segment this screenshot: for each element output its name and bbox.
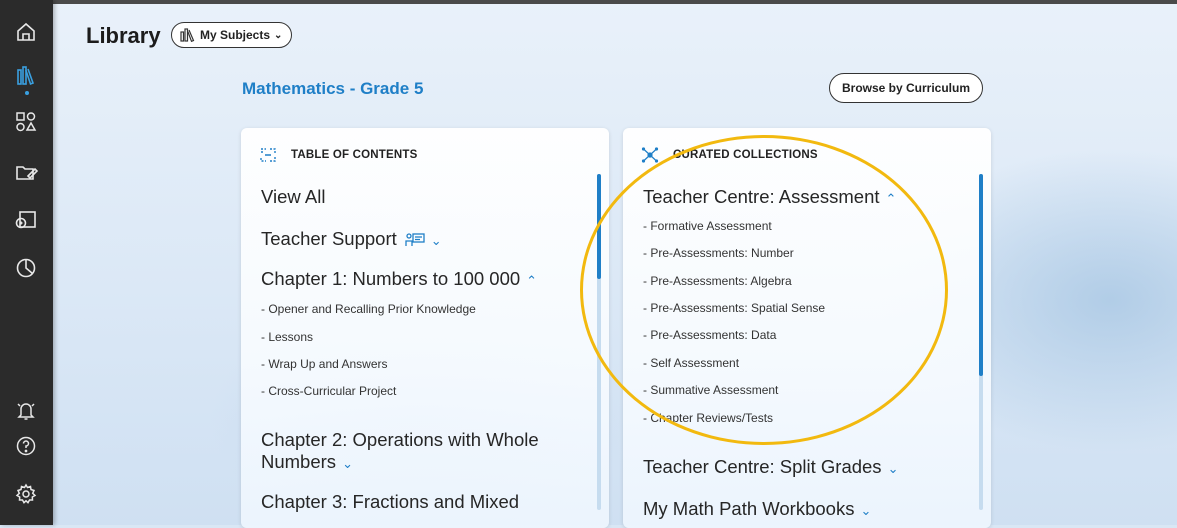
chevron-down-icon: ⌄ bbox=[860, 503, 872, 518]
chapter-2-label-line1: Chapter 2: Operations with Whole bbox=[261, 429, 539, 450]
assessment-subitem[interactable]: - Formative Assessment bbox=[643, 219, 772, 233]
settings-icon[interactable] bbox=[12, 480, 40, 508]
chapter-1-subitem[interactable]: - Wrap Up and Answers bbox=[261, 357, 388, 371]
chevron-down-icon: ⌄ bbox=[274, 29, 283, 41]
library-icon[interactable] bbox=[12, 62, 40, 90]
chapter-2-label-line2: Numbers bbox=[261, 451, 337, 472]
curated-collections-panel: CURATED COLLECTIONS Teacher Centre: Asse… bbox=[623, 128, 991, 528]
chevron-up-icon: ⌃ bbox=[885, 191, 897, 206]
curated-scrollbar[interactable] bbox=[979, 174, 983, 510]
table-of-contents-panel: TABLE OF CONTENTS View All Teacher Suppo… bbox=[241, 128, 609, 528]
chapter-1-subitem[interactable]: - Cross-Curricular Project bbox=[261, 384, 396, 398]
assessment-subitem[interactable]: - Pre-Assessments: Algebra bbox=[643, 274, 792, 288]
help-icon[interactable] bbox=[12, 432, 40, 460]
active-indicator bbox=[25, 91, 29, 95]
curated-scrollbar-thumb[interactable] bbox=[979, 174, 983, 376]
teacher-centre-split-grades-item[interactable]: Teacher Centre: Split Grades ⌄ bbox=[643, 456, 898, 480]
chapter-1-subitem[interactable]: - Opener and Recalling Prior Knowledge bbox=[261, 302, 476, 316]
workbooks-label: My Math Path Workbooks bbox=[643, 498, 855, 519]
subject-heading[interactable]: Mathematics - Grade 5 bbox=[242, 79, 423, 99]
reports-icon[interactable] bbox=[12, 254, 40, 282]
my-subjects-dropdown[interactable]: My Subjects ⌄ bbox=[171, 22, 293, 48]
view-all-link[interactable]: View All bbox=[261, 186, 325, 208]
page-title: Library bbox=[86, 23, 161, 48]
split-grades-label: Teacher Centre: Split Grades bbox=[643, 456, 882, 477]
chapter-1-label: Chapter 1: Numbers to 100 000 bbox=[261, 268, 521, 289]
toc-scrollbar-thumb[interactable] bbox=[597, 174, 601, 279]
network-icon bbox=[641, 147, 659, 163]
chevron-down-icon: ⌄ bbox=[430, 233, 442, 248]
toc-icon bbox=[260, 148, 276, 162]
browse-by-curriculum-button[interactable]: Browse by Curriculum bbox=[829, 73, 983, 103]
shapes-icon[interactable] bbox=[12, 108, 40, 136]
toc-header: TABLE OF CONTENTS bbox=[259, 146, 418, 164]
assign-icon[interactable] bbox=[12, 206, 40, 234]
chapter-2-item[interactable]: Chapter 2: Operations with Whole Numbers… bbox=[261, 429, 539, 475]
assessment-subitem[interactable]: - Summative Assessment bbox=[643, 383, 778, 397]
assessment-subitem[interactable]: - Pre-Assessments: Number bbox=[643, 246, 794, 260]
teacher-support-label: Teacher Support bbox=[261, 228, 397, 249]
chapter-3-item[interactable]: Chapter 3: Fractions and Mixed bbox=[261, 491, 519, 513]
assessment-subitem[interactable]: - Chapter Reviews/Tests bbox=[643, 411, 773, 425]
curated-heading: CURATED COLLECTIONS bbox=[673, 149, 818, 161]
chapter-1-item[interactable]: Chapter 1: Numbers to 100 000 ⌃ bbox=[261, 268, 537, 292]
toc-heading: TABLE OF CONTENTS bbox=[291, 149, 418, 161]
teacher-centre-assessment-item[interactable]: Teacher Centre: Assessment ⌃ bbox=[643, 186, 896, 210]
home-icon[interactable] bbox=[12, 18, 40, 46]
my-math-path-workbooks-item[interactable]: My Math Path Workbooks ⌄ bbox=[643, 498, 871, 522]
folder-edit-icon[interactable] bbox=[12, 158, 40, 186]
chevron-up-icon: ⌃ bbox=[526, 273, 538, 288]
teacher-support-item[interactable]: Teacher Support ⌄ bbox=[261, 228, 442, 252]
chevron-down-icon: ⌄ bbox=[342, 456, 353, 471]
curated-header: CURATED COLLECTIONS bbox=[641, 146, 818, 164]
toc-scrollbar[interactable] bbox=[597, 174, 601, 510]
my-subjects-label: My Subjects bbox=[200, 28, 271, 42]
notification-bell-icon[interactable] bbox=[12, 396, 40, 424]
window-top-border bbox=[0, 0, 1177, 4]
assessment-label: Teacher Centre: Assessment bbox=[643, 186, 880, 207]
library-icon bbox=[180, 28, 195, 42]
sidebar bbox=[0, 0, 53, 525]
assessment-subitem[interactable]: - Self Assessment bbox=[643, 356, 739, 370]
chevron-down-icon: ⌄ bbox=[887, 461, 899, 476]
chapter-1-subitem[interactable]: - Lessons bbox=[261, 330, 313, 344]
assessment-subitem[interactable]: - Pre-Assessments: Spatial Sense bbox=[643, 301, 825, 315]
assessment-subitem[interactable]: - Pre-Assessments: Data bbox=[643, 328, 776, 342]
teacher-board-icon bbox=[405, 233, 425, 247]
